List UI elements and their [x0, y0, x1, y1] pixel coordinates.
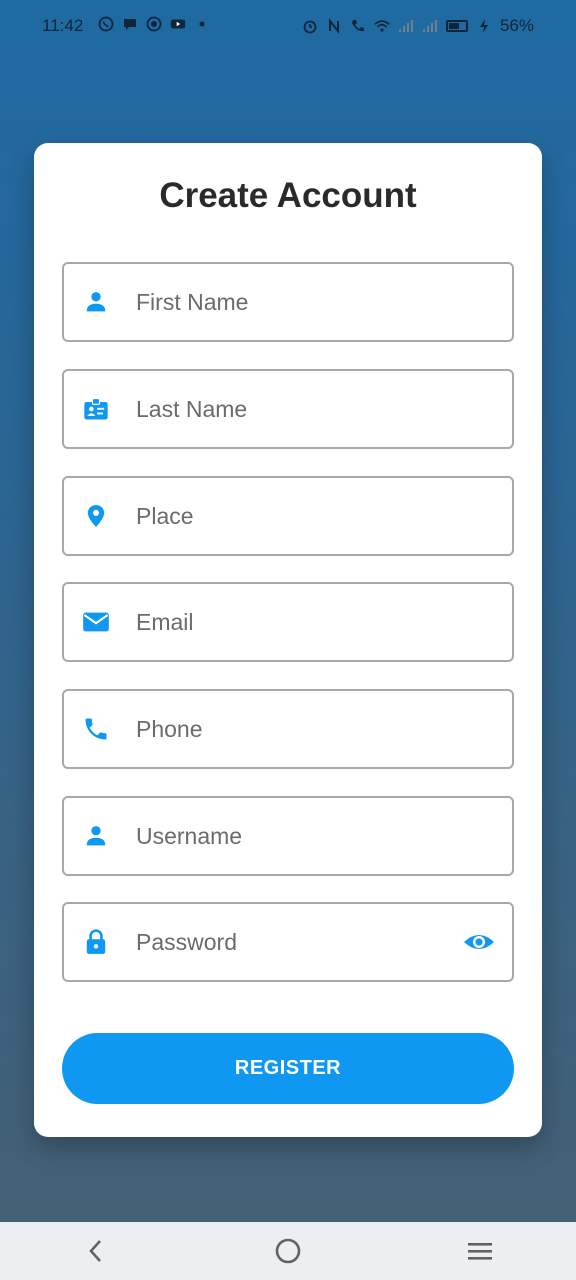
- status-notification-icons: [98, 16, 210, 32]
- recents-icon[interactable]: [450, 1226, 510, 1276]
- username-input[interactable]: [136, 822, 436, 850]
- navigation-bar: [0, 1222, 576, 1280]
- dot-icon: [194, 16, 210, 32]
- email-field[interactable]: [62, 582, 514, 662]
- status-time: 11:42: [42, 16, 84, 35]
- last-name-input[interactable]: [136, 395, 436, 423]
- wifi-call-icon: [350, 18, 366, 34]
- mail-icon: [82, 608, 110, 636]
- home-icon[interactable]: [258, 1226, 318, 1276]
- status-system-icons: 56%: [302, 16, 534, 36]
- page-title: Create Account: [159, 176, 417, 215]
- signal-icon: [398, 18, 414, 34]
- last-name-field[interactable]: [62, 369, 514, 449]
- charging-icon: [476, 18, 492, 34]
- chat-icon: [122, 16, 138, 32]
- back-icon[interactable]: [66, 1226, 126, 1276]
- battery-icon: [445, 20, 468, 32]
- first-name-field[interactable]: [62, 262, 514, 342]
- eye-icon[interactable]: [462, 928, 496, 956]
- place-field[interactable]: [62, 476, 514, 556]
- person-icon: [82, 822, 110, 850]
- badge-icon: [82, 395, 110, 423]
- phone-field[interactable]: [62, 689, 514, 769]
- email-input[interactable]: [136, 608, 436, 636]
- github-icon: [146, 16, 162, 32]
- lock-icon: [82, 928, 110, 956]
- nfc-icon: [326, 18, 342, 34]
- place-input[interactable]: [136, 502, 436, 530]
- register-button[interactable]: REGISTER: [62, 1033, 514, 1104]
- youtube-icon: [170, 16, 186, 32]
- location-pin-icon: [82, 502, 110, 530]
- first-name-input[interactable]: [136, 288, 436, 316]
- phone-icon: [82, 715, 110, 743]
- phone-input[interactable]: [136, 715, 436, 743]
- signal-icon: [422, 18, 438, 34]
- wifi-icon: [374, 18, 390, 34]
- username-field[interactable]: [62, 796, 514, 876]
- alarm-icon: [302, 18, 318, 34]
- battery-percent: 56%: [499, 16, 534, 35]
- password-input[interactable]: [136, 928, 436, 956]
- whatsapp-icon: [98, 16, 114, 32]
- password-field[interactable]: [62, 902, 514, 982]
- person-icon: [82, 288, 110, 316]
- status-bar: 11:42 56%: [0, 0, 576, 52]
